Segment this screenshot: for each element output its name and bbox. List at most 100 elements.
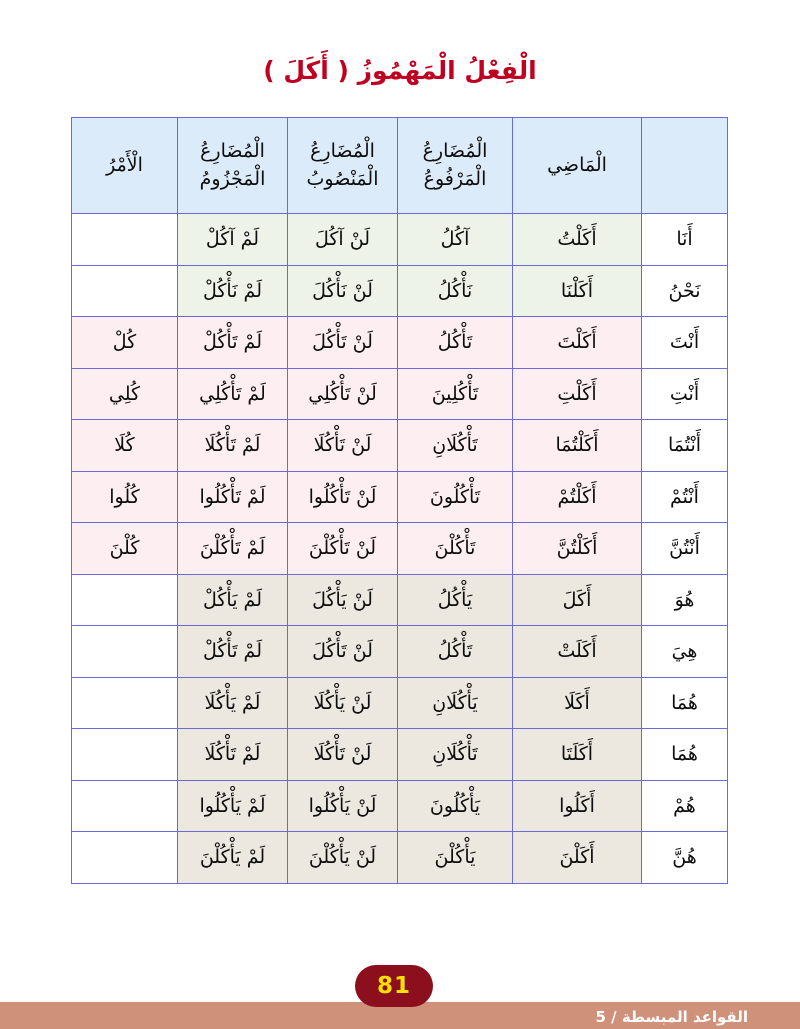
cell-amr: كُلْنَ — [71, 522, 178, 575]
footer-book-title: القواعد المبسطة / 5 — [595, 1008, 748, 1026]
cell-mudari-marfu: تَأْكُلَانِ — [397, 728, 513, 781]
table-row: هُمْ أَكَلُوا يَأْكُلُونَ لَنْ يَأْكُلُوا لَ… — [71, 779, 728, 832]
cell-amr: كُلْ — [71, 316, 178, 369]
cell-amr — [71, 676, 178, 729]
cell-madi: أَكَلْتُمْ — [512, 470, 642, 523]
column-header-majzum-label-line2: الْمَجْزُومُ — [199, 167, 266, 190]
table-row: أَنْتُنَّ أَكَلْتُنَّ تَأْكُلْنَ لَنْ تَأْك… — [71, 522, 728, 575]
table-row: نَحْنُ أَكَلْنَا نَأْكُلُ لَنْ نَأْكُلَ لَمْ… — [71, 264, 728, 317]
cell-pronoun: هُنَّ — [641, 831, 728, 884]
table-row: أَنْتُمْ أَكَلْتُمْ تَأْكُلُونَ لَنْ تَأْكُ… — [71, 470, 728, 523]
cell-mudari-mansub: لَنْ تَأْكُلَا — [287, 728, 398, 781]
cell-mudari-mansub: لَنْ تَأْكُلَ — [287, 316, 398, 369]
cell-madi: أَكَلْتَ — [512, 316, 642, 369]
table-body: أَنَا أَكَلْتُ آكُلُ لَنْ آكُلَ لَمْ آكُلْ نَ… — [71, 213, 728, 884]
cell-mudari-marfu: آكُلُ — [397, 213, 513, 266]
table-row: هُنَّ أَكَلْنَ يَأْكُلْنَ لَنْ يَأْكُلْنَ لَ… — [71, 831, 728, 884]
column-header-majzum-label-line1: الْمُضَارِعُ — [200, 139, 265, 162]
cell-mudari-majzum: لَمْ تَأْكُلْنَ — [177, 522, 288, 575]
cell-mudari-majzum: لَمْ تَأْكُلُوا — [177, 470, 288, 523]
cell-mudari-mansub: لَنْ تَأْكُلِي — [287, 367, 398, 420]
cell-amr — [71, 728, 178, 781]
cell-mudari-majzum: لَمْ تَأْكُلْ — [177, 625, 288, 678]
cell-amr — [71, 573, 178, 626]
cell-pronoun: هُوَ — [641, 573, 728, 626]
column-header-pronoun — [641, 117, 728, 214]
table-row: أَنَا أَكَلْتُ آكُلُ لَنْ آكُلَ لَمْ آكُلْ — [71, 213, 728, 266]
cell-mudari-mansub: لَنْ يَأْكُلُوا — [287, 779, 398, 832]
cell-mudari-mansub: لَنْ تَأْكُلُوا — [287, 470, 398, 523]
cell-amr — [71, 264, 178, 317]
page-root: الْفِعْلُ الْمَهْمُوزُ ( أَكَلَ ) الْمَا… — [0, 0, 800, 1029]
cell-pronoun: أَنْتُنَّ — [641, 522, 728, 575]
cell-madi: أَكَلْتِ — [512, 367, 642, 420]
cell-mudari-mansub: لَنْ آكُلَ — [287, 213, 398, 266]
cell-mudari-marfu: يَأْكُلُونَ — [397, 779, 513, 832]
cell-mudari-marfu: يَأْكُلُ — [397, 573, 513, 626]
cell-mudari-majzum: لَمْ تَأْكُلَا — [177, 419, 288, 472]
cell-mudari-majzum: لَمْ نَأْكُلْ — [177, 264, 288, 317]
column-header-amr-label: الْأَمْرُ — [106, 153, 143, 176]
column-header-marfu-label-line1: الْمُضَارِعُ — [422, 139, 488, 162]
cell-madi: أَكَلْنَا — [512, 264, 642, 317]
cell-mudari-mansub: لَنْ يَأْكُلَا — [287, 676, 398, 729]
cell-mudari-mansub: لَنْ تَأْكُلَا — [287, 419, 398, 472]
cell-mudari-marfu: تَأْكُلِينَ — [397, 367, 513, 420]
cell-pronoun: أَنْتِ — [641, 367, 728, 420]
conjugation-table-container: الْمَاضِي الْمُضَارِعُ الْمَرْفُوعُ الْم… — [71, 117, 728, 884]
cell-mudari-majzum: لَمْ تَأْكُلِي — [177, 367, 288, 420]
cell-pronoun: أَنْتَ — [641, 316, 728, 369]
cell-mudari-majzum: لَمْ آكُلْ — [177, 213, 288, 266]
cell-pronoun: هُمَا — [641, 676, 728, 729]
column-header-marfu: الْمُضَارِعُ الْمَرْفُوعُ — [397, 117, 513, 214]
cell-madi: أَكَلَتْ — [512, 625, 642, 678]
cell-amr: كُلُوا — [71, 470, 178, 523]
cell-mudari-majzum: لَمْ يَأْكُلْنَ — [177, 831, 288, 884]
page-title: الْفِعْلُ الْمَهْمُوزُ ( أَكَلَ ) — [263, 56, 537, 85]
table-header: الْمَاضِي الْمُضَارِعُ الْمَرْفُوعُ الْم… — [71, 117, 728, 214]
cell-madi: أَكَلْتُ — [512, 213, 642, 266]
cell-mudari-marfu: تَأْكُلَانِ — [397, 419, 513, 472]
column-header-madi-label: الْمَاضِي — [547, 153, 607, 176]
cell-pronoun: هِيَ — [641, 625, 728, 678]
cell-madi: أَكَلْنَ — [512, 831, 642, 884]
cell-amr — [71, 779, 178, 832]
cell-madi: أَكَلَ — [512, 573, 642, 626]
cell-mudari-mansub: لَنْ يَأْكُلَ — [287, 573, 398, 626]
cell-pronoun: أَنَا — [641, 213, 728, 266]
header-row: الْمَاضِي الْمُضَارِعُ الْمَرْفُوعُ الْم… — [71, 117, 728, 214]
cell-mudari-mansub: لَنْ تَأْكُلْنَ — [287, 522, 398, 575]
cell-amr: كُلِي — [71, 367, 178, 420]
cell-pronoun: هُمْ — [641, 779, 728, 832]
column-header-majzum: الْمُضَارِعُ الْمَجْزُومُ — [177, 117, 288, 214]
table-row: هُمَا أَكَلَتَا تَأْكُلَانِ لَنْ تَأْكُلَا ل… — [71, 728, 728, 781]
cell-amr: كُلَا — [71, 419, 178, 472]
cell-mudari-marfu: تَأْكُلُ — [397, 316, 513, 369]
cell-mudari-majzum: لَمْ يَأْكُلَا — [177, 676, 288, 729]
cell-madi: أَكَلْتُنَّ — [512, 522, 642, 575]
cell-mudari-majzum: لَمْ تَأْكُلْ — [177, 316, 288, 369]
column-header-marfu-label-line2: الْمَرْفُوعُ — [423, 167, 487, 190]
cell-mudari-majzum: لَمْ تَأْكُلَا — [177, 728, 288, 781]
cell-mudari-majzum: لَمْ يَأْكُلُوا — [177, 779, 288, 832]
cell-madi: أَكَلَا — [512, 676, 642, 729]
column-header-mansub-label-line2: الْمَنْصُوبُ — [306, 167, 379, 190]
table-row: أَنْتُمَا أَكَلْتُمَا تَأْكُلَانِ لَنْ تَأْ… — [71, 419, 728, 472]
cell-amr — [71, 625, 178, 678]
cell-mudari-mansub: لَنْ نَأْكُلَ — [287, 264, 398, 317]
cell-amr — [71, 831, 178, 884]
cell-mudari-marfu: تَأْكُلُونَ — [397, 470, 513, 523]
cell-mudari-marfu: يَأْكُلْنَ — [397, 831, 513, 884]
cell-pronoun: نَحْنُ — [641, 264, 728, 317]
page-number-badge: 81 — [355, 965, 433, 1007]
cell-madi: أَكَلَتَا — [512, 728, 642, 781]
cell-mudari-marfu: يَأْكُلَانِ — [397, 676, 513, 729]
cell-amr — [71, 213, 178, 266]
cell-pronoun: أَنْتُمْ — [641, 470, 728, 523]
cell-mudari-mansub: لَنْ يَأْكُلْنَ — [287, 831, 398, 884]
cell-mudari-marfu: نَأْكُلُ — [397, 264, 513, 317]
conjugation-table: الْمَاضِي الْمُضَارِعُ الْمَرْفُوعُ الْم… — [71, 117, 728, 884]
table-row: هُمَا أَكَلَا يَأْكُلَانِ لَنْ يَأْكُلَا لَم… — [71, 676, 728, 729]
cell-pronoun: هُمَا — [641, 728, 728, 781]
table-row: أَنْتَ أَكَلْتَ تَأْكُلُ لَنْ تَأْكُلَ لَمْ … — [71, 316, 728, 369]
